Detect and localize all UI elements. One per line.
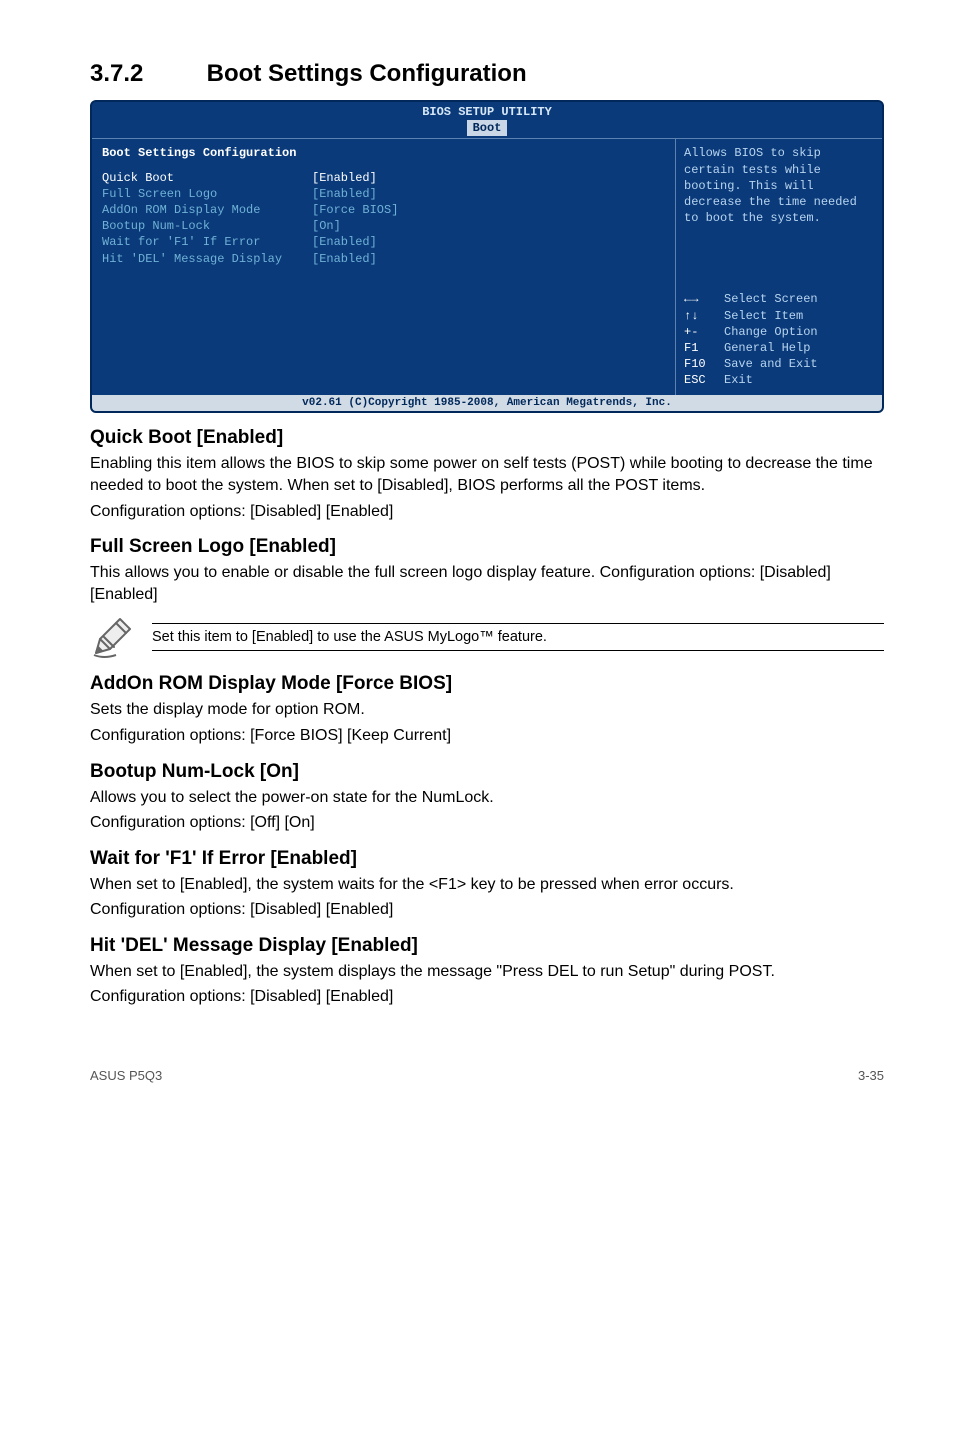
bios-screenshot: BIOS SETUP UTILITY Boot Boot Settings Co… [90,100,884,413]
option-paragraph: Sets the display mode for option ROM. [90,699,884,721]
bios-key: +- [684,324,724,340]
bios-row: Wait for 'F1' If Error [Enabled] [102,234,665,250]
bios-row-value: [On] [312,218,341,234]
bios-help-text: Allows BIOS to skip certain tests while … [684,145,874,275]
bios-row-label: Bootup Num-Lock [102,218,312,234]
pencil-icon [90,615,134,659]
bios-key: ↑↓ [684,308,724,324]
option-heading: Quick Boot [Enabled] [90,427,884,449]
bios-tab-boot: Boot [467,120,508,136]
bios-row-label: Hit 'DEL' Message Display [102,251,312,267]
option-heading: AddOn ROM Display Mode [Force BIOS] [90,673,884,695]
option-paragraph: Configuration options: [Disabled] [Enabl… [90,899,884,921]
option-paragraph: When set to [Enabled], the system waits … [90,874,884,896]
bios-key-desc: General Help [724,340,810,356]
bios-tabbar: Boot [92,120,882,138]
bios-row-value: [Enabled] [312,170,377,186]
bios-row: AddOn ROM Display Mode [Force BIOS] [102,202,665,218]
option-paragraph: Allows you to select the power-on state … [90,787,884,809]
footer-left: ASUS P5Q3 [90,1068,162,1083]
bios-row-value: [Enabled] [312,234,377,250]
bios-row-label: Full Screen Logo [102,186,312,202]
note-callout: Set this item to [Enabled] to use the AS… [90,615,884,659]
bios-row-value: [Enabled] [312,186,377,202]
option-paragraph: When set to [Enabled], the system displa… [90,961,884,983]
section-title-text: Boot Settings Configuration [207,60,527,87]
bios-panel-heading: Boot Settings Configuration [102,145,665,161]
option-heading: Full Screen Logo [Enabled] [90,536,884,558]
bios-row-label: Quick Boot [102,170,312,186]
bios-key: ←→ [684,291,724,307]
bios-row-value: [Enabled] [312,251,377,267]
bios-copyright: v02.61 (C)Copyright 1985-2008, American … [92,395,882,412]
bios-key-desc: Select Screen [724,291,818,307]
bios-key-desc: Change Option [724,324,818,340]
bios-key: ESC [684,372,724,388]
bios-title: BIOS SETUP UTILITY [92,102,882,120]
bios-row: Full Screen Logo [Enabled] [102,186,665,202]
option-heading: Hit 'DEL' Message Display [Enabled] [90,935,884,957]
option-paragraph: This allows you to enable or disable the… [90,562,884,605]
bios-row: Quick Boot [Enabled] [102,170,665,186]
bios-key-desc: Exit [724,372,753,388]
section-number: 3.7.2 [90,60,200,88]
bios-row: Hit 'DEL' Message Display [Enabled] [102,251,665,267]
bios-row-label: Wait for 'F1' If Error [102,234,312,250]
option-paragraph: Enabling this item allows the BIOS to sk… [90,453,884,496]
bios-key-desc: Save and Exit [724,356,818,372]
option-paragraph: Configuration options: [Disabled] [Enabl… [90,986,884,1008]
bios-key: F10 [684,356,724,372]
page-footer: ASUS P5Q3 3-35 [90,1068,884,1083]
bios-row-label: AddOn ROM Display Mode [102,202,312,218]
bios-left-panel: Boot Settings Configuration Quick Boot [… [92,139,676,394]
bios-right-panel: Allows BIOS to skip certain tests while … [676,139,882,394]
option-paragraph: Configuration options: [Disabled] [Enabl… [90,501,884,523]
option-heading: Bootup Num-Lock [On] [90,761,884,783]
bios-row: Bootup Num-Lock [On] [102,218,665,234]
bios-row-value: [Force BIOS] [312,202,398,218]
footer-right: 3-35 [858,1068,884,1083]
bios-key: F1 [684,340,724,356]
option-heading: Wait for 'F1' If Error [Enabled] [90,848,884,870]
note-text: Set this item to [Enabled] to use the AS… [152,623,884,651]
option-paragraph: Configuration options: [Off] [On] [90,812,884,834]
bios-key-legend: ←→Select Screen ↑↓Select Item +-Change O… [684,291,874,388]
bios-key-desc: Select Item [724,308,803,324]
section-heading: 3.7.2 Boot Settings Configuration [90,60,884,88]
option-paragraph: Configuration options: [Force BIOS] [Kee… [90,725,884,747]
